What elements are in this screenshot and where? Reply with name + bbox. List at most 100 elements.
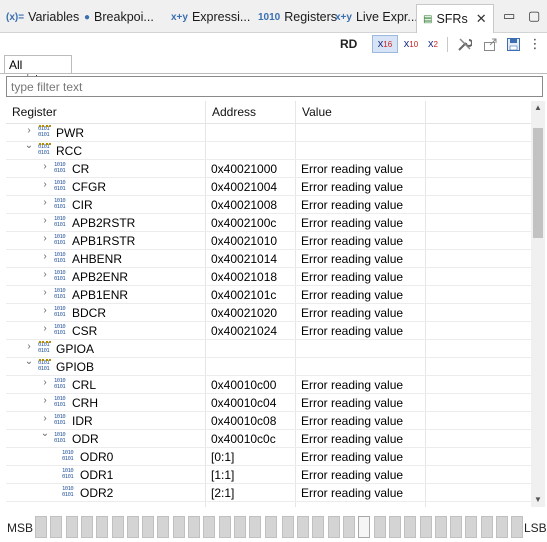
register-value[interactable]: Error reading value [301,468,403,482]
table-row[interactable]: ⌄ 0101 0101 RCC [6,140,531,160]
table-row[interactable]: 1010 0101 ODR0 [0:1] Error reading value [6,448,531,466]
scroll-up-icon[interactable]: ▲ [531,101,545,115]
table-row[interactable]: › 1010 0101 CR 0x40021000 Error reading value [6,160,531,178]
bit-cell[interactable] [81,516,93,538]
tab-all-registers[interactable]: All registers [4,55,72,86]
bit-cell[interactable] [465,516,477,538]
collapse-chevron-icon[interactable]: ⌄ [40,428,50,439]
table-row[interactable]: › 0101 0101 GPIOA [6,340,531,358]
column-header-address[interactable]: Address [212,105,256,119]
export-icon[interactable] [482,35,498,53]
bit-cell[interactable] [35,516,47,538]
expand-chevron-icon[interactable]: › [40,377,50,388]
scrollbar-thumb[interactable] [533,128,543,238]
register-value[interactable]: Error reading value [301,162,403,176]
close-icon[interactable]: ✕ [476,11,487,27]
bit-cell[interactable] [282,516,294,538]
table-row[interactable]: › 1010 0101 CRH 0x40010c04 Error reading valu… [6,394,531,412]
bit-cell[interactable] [343,516,355,538]
bit-cell[interactable] [173,516,185,538]
tab-expressions[interactable]: x+y Expressi... [171,5,250,29]
register-value[interactable]: Error reading value [301,306,403,320]
expand-chevron-icon[interactable]: › [40,413,50,424]
expand-chevron-icon[interactable]: › [40,395,50,406]
register-value[interactable]: Error reading value [301,378,403,392]
tab-variables[interactable]: (x)= Variables [6,5,79,29]
table-row[interactable]: › 1010 0101 APB1RSTR 0x40021010 Error reading… [6,232,531,250]
table-row[interactable]: › 1010 0101 CRL 0x40010c00 Error reading valu… [6,376,531,394]
filter-input[interactable] [6,76,543,97]
expand-chevron-icon[interactable]: › [40,233,50,244]
table-row[interactable]: › 1010 0101 APB2RSTR 0x4002100c Error reading… [6,214,531,232]
register-value[interactable]: Error reading value [301,396,403,410]
decimal-format-button[interactable]: x 10 [401,35,421,53]
expand-chevron-icon[interactable]: › [40,197,50,208]
bit-cell[interactable] [127,516,139,538]
vertical-scrollbar[interactable]: ▲ ▼ [531,101,545,507]
bit-cell[interactable] [188,516,200,538]
table-row[interactable]: › 1010 0101 AHBENR 0x40021014 Error reading v… [6,250,531,268]
bit-cell[interactable] [511,516,523,538]
collapse-chevron-icon[interactable]: ⌄ [24,356,34,367]
bit-cell[interactable] [112,516,124,538]
bit-cell[interactable] [234,516,246,538]
binary-format-button[interactable]: x2 [424,35,442,53]
bit-cell[interactable] [481,516,493,538]
view-menu-icon[interactable]: ⋮ [529,35,542,53]
expand-chevron-icon[interactable]: › [40,305,50,316]
register-value[interactable]: Error reading value [301,432,403,446]
collapse-chevron-icon[interactable]: ⌄ [24,140,34,151]
expand-chevron-icon[interactable]: › [40,323,50,334]
bit-cell[interactable] [450,516,462,538]
column-header-register[interactable]: Register [12,105,57,119]
bit-cell[interactable] [50,516,62,538]
table-row[interactable]: › 0101 0101 PWR [6,124,531,142]
scroll-down-icon[interactable]: ▼ [531,493,545,507]
minimize-icon[interactable]: ▭ [503,8,515,24]
expand-chevron-icon[interactable]: › [40,179,50,190]
table-row[interactable]: 1010 0101 ODR1 [1:1] Error reading value [6,466,531,484]
table-row[interactable]: › 1010 0101 IDR 0x40010c08 Error reading valu… [6,412,531,430]
maximize-icon[interactable]: ▢ [528,8,540,24]
table-row[interactable]: 1010 0101 ODR2 [2:1] Error reading value [6,484,531,502]
tab-live-expressions[interactable]: x+y Live Expr... [335,5,418,29]
expand-chevron-icon[interactable]: › [40,287,50,298]
expand-chevron-icon[interactable]: › [40,215,50,226]
register-value[interactable]: Error reading value [301,198,403,212]
register-value[interactable]: Error reading value [301,270,403,284]
table-row[interactable]: ⌄ 0101 0101 GPIOB [6,356,531,376]
expand-chevron-icon[interactable]: › [24,125,34,136]
bit-cell[interactable] [66,516,78,538]
table-row[interactable]: › 1010 0101 CSR 0x40021024 Error reading valu… [6,322,531,340]
table-row[interactable]: › 1010 0101 CFGR 0x40021004 Error reading val… [6,178,531,196]
expand-chevron-icon[interactable]: › [40,269,50,280]
bit-cell[interactable] [389,516,401,538]
tab-breakpoints[interactable]: ● Breakpoi... [84,5,154,29]
bit-cell[interactable] [203,516,215,538]
bit-cell[interactable] [435,516,447,538]
register-value[interactable]: Error reading value [301,288,403,302]
bit-cell[interactable] [496,516,508,538]
register-value[interactable]: Error reading value [301,180,403,194]
register-value[interactable]: Error reading value [301,216,403,230]
register-value[interactable]: Error reading value [301,234,403,248]
tab-sfrs[interactable]: ▤ SFRs ✕ [416,4,494,33]
expand-chevron-icon[interactable]: › [40,161,50,172]
table-row[interactable]: › 1010 0101 APB1ENR 0x4002101c Error reading … [6,286,531,304]
register-value[interactable]: Error reading value [301,324,403,338]
register-value[interactable]: Error reading value [301,450,403,464]
bit-cell[interactable] [374,516,386,538]
bit-cell[interactable] [265,516,277,538]
read-button[interactable]: RD [340,35,357,53]
register-value[interactable]: Error reading value [301,486,403,500]
column-header-value[interactable]: Value [302,105,332,119]
bit-cell[interactable] [404,516,416,538]
configure-tools-icon[interactable] [456,35,472,53]
register-value[interactable]: Error reading value [301,414,403,428]
expand-chevron-icon[interactable]: › [24,341,34,352]
expand-chevron-icon[interactable]: › [40,251,50,262]
register-value[interactable]: Error reading value [301,252,403,266]
bit-cell[interactable] [312,516,324,538]
table-row[interactable]: ⌄ 1010 0101 ODR 0x40010c0c Error reading valu… [6,428,531,448]
bit-cell[interactable] [420,516,432,538]
